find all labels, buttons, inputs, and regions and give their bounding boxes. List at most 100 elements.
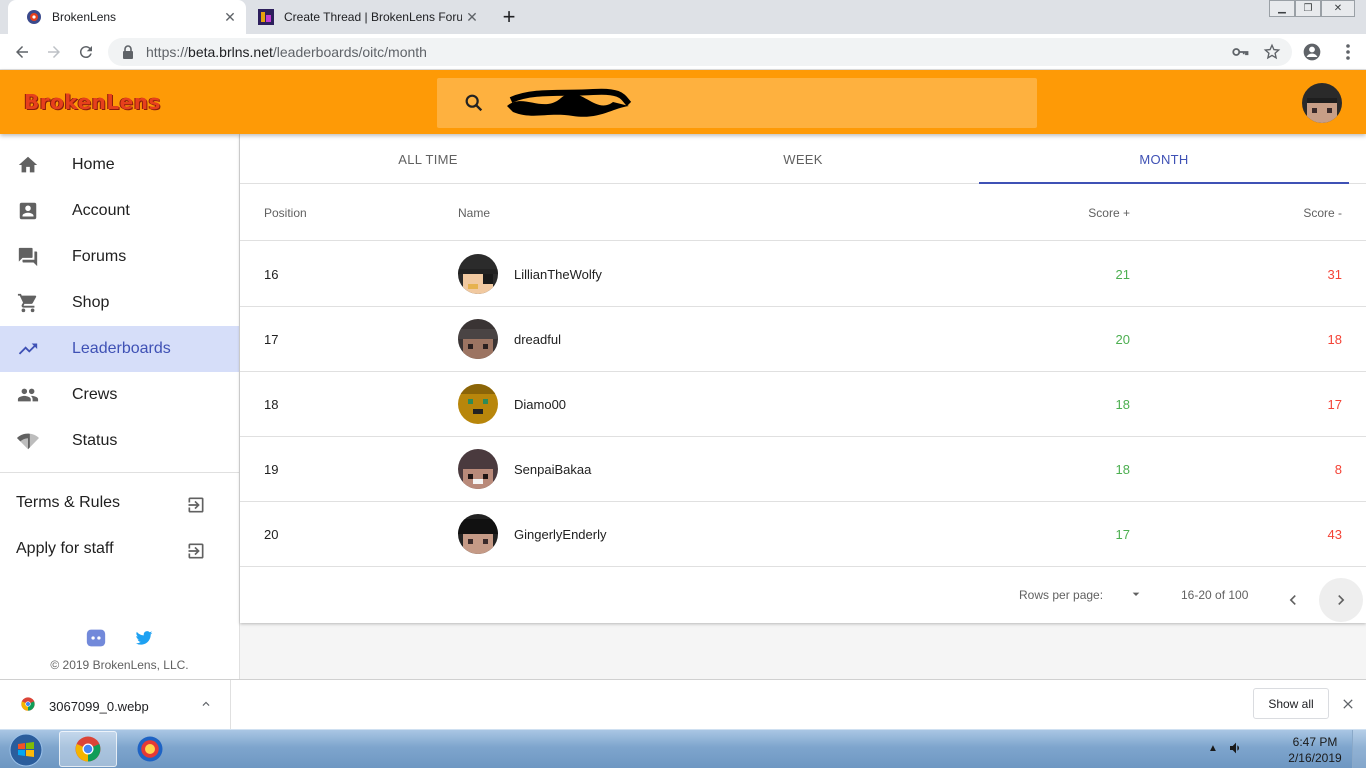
tray-expand-icon[interactable]: ▲ [1208, 743, 1218, 754]
sidebar-link-label: Terms & Rules [16, 494, 121, 511]
browser-tab-create-thread[interactable]: Create Thread | BrokenLens Forum ✕ [248, 0, 488, 34]
url-scheme: https:// [146, 44, 189, 60]
page-range: 16-20 of 100 [1181, 588, 1249, 602]
table-pagination: Rows per page: 16-20 of 100 [240, 566, 1366, 622]
sidebar-link-label: Apply for staff [16, 540, 114, 557]
column-header-position[interactable]: Position [264, 206, 307, 220]
restore-icon[interactable]: ❐ [1295, 0, 1321, 17]
os-taskbar: ▲ 6:47 PM 2/16/2019 [0, 729, 1366, 768]
discord-icon[interactable] [86, 628, 106, 648]
column-header-name[interactable]: Name [458, 206, 490, 220]
profile-icon[interactable] [1300, 40, 1324, 64]
start-button[interactable] [6, 731, 46, 768]
copyright-text: © 2019 BrokenLens, LLC. [50, 658, 189, 672]
minimize-icon[interactable]: ▁ [1269, 0, 1295, 17]
url-path: /leaderboards/oitc/month [272, 44, 427, 60]
player-name[interactable]: SenpaiBakaa [514, 462, 591, 477]
column-header-score-minus[interactable]: Score - [1303, 206, 1342, 220]
home-icon [17, 154, 39, 176]
url-host: beta.brlns.net [188, 44, 273, 60]
leaderboard-card: ALL TIME WEEK MONTH Position Name Score … [240, 134, 1366, 623]
score-plus: 18 [1115, 397, 1130, 412]
tab-all-time[interactable]: ALL TIME [240, 134, 616, 184]
taskbar-app[interactable] [121, 731, 179, 767]
show-desktop-button[interactable] [1352, 730, 1366, 768]
player-avatar [458, 449, 498, 489]
redaction-scribble [507, 88, 632, 117]
tab-week[interactable]: WEEK [615, 134, 991, 184]
volume-icon[interactable] [1228, 740, 1244, 756]
row-position: 17 [264, 332, 279, 347]
window-close-icon[interactable]: ✕ [1321, 0, 1355, 17]
address-bar[interactable]: https://beta.brlns.net/leaderboards/oitc… [108, 38, 1292, 66]
tab-month[interactable]: MONTH [979, 134, 1349, 184]
sidebar-item-account[interactable]: Account [0, 188, 239, 234]
rows-per-page-dropdown-icon[interactable] [1128, 586, 1144, 602]
chevron-up-icon[interactable] [199, 697, 213, 711]
player-name[interactable]: LillianTheWolfy [514, 267, 602, 282]
next-page-button[interactable] [1319, 578, 1363, 622]
sidebar-divider [0, 472, 239, 473]
browser-tab-brokenlens[interactable]: BrokenLens ✕ [8, 0, 246, 34]
table-row[interactable]: 20 GingerlyEnderly 17 43 [240, 502, 1366, 567]
score-minus: 17 [1327, 397, 1342, 412]
table-row[interactable]: 16 LillianTheWolfy 21 31 [240, 242, 1366, 307]
player-name[interactable]: dreadful [514, 332, 561, 347]
twitter-icon[interactable] [134, 628, 154, 648]
browser-toolbar: https://beta.brlns.net/leaderboards/oitc… [0, 34, 1366, 70]
window-controls: ▁ ❐ ✕ [1269, 0, 1355, 17]
chevron-right-icon [1338, 595, 1345, 605]
previous-page-button[interactable] [1271, 578, 1315, 622]
sidebar-link-apply-staff[interactable]: Apply for staff [0, 528, 239, 574]
sidebar-item-shop[interactable]: Shop [0, 280, 239, 326]
chevron-left-icon [1289, 595, 1296, 605]
score-plus: 17 [1115, 527, 1130, 542]
tab-close-icon[interactable]: ✕ [220, 7, 240, 27]
user-avatar[interactable] [1302, 83, 1342, 123]
show-all-downloads-button[interactable]: Show all [1253, 688, 1329, 719]
sidebar-item-forums[interactable]: Forums [0, 234, 239, 280]
search-box[interactable] [437, 78, 1037, 128]
clock-date: 2/16/2019 [1288, 751, 1342, 765]
taskbar-chrome[interactable] [59, 731, 117, 767]
chrome-icon [75, 736, 101, 762]
menu-kebab-icon[interactable] [1336, 40, 1360, 64]
system-clock[interactable]: 6:47 PM 2/16/2019 [1280, 734, 1350, 766]
sidebar-item-label: Crews [72, 386, 118, 403]
bookmark-star-icon[interactable] [1260, 40, 1284, 64]
score-plus: 21 [1115, 267, 1130, 282]
rows-per-page-label: Rows per page: [1019, 588, 1104, 602]
lock-icon[interactable] [120, 44, 136, 60]
exit-to-app-icon [188, 543, 204, 559]
windows-logo-icon [9, 733, 43, 766]
player-avatar [458, 514, 498, 554]
player-name[interactable]: GingerlyEnderly [514, 527, 607, 542]
sidebar-item-label: Status [72, 432, 118, 449]
back-arrow-icon[interactable] [10, 40, 34, 64]
key-icon[interactable] [1228, 40, 1252, 64]
people-icon [17, 384, 39, 406]
column-header-score-plus[interactable]: Score + [1088, 206, 1130, 220]
score-minus: 43 [1327, 527, 1342, 542]
sidebar-link-terms[interactable]: Terms & Rules [0, 482, 239, 528]
brand-logo[interactable]: BrokenLens [24, 90, 161, 114]
browser-tab-title: Create Thread | BrokenLens Forum [284, 10, 462, 24]
score-plus: 20 [1115, 332, 1130, 347]
table-row[interactable]: 19 SenpaiBakaa 18 8 [240, 437, 1366, 502]
tab-close-icon[interactable]: ✕ [462, 7, 482, 27]
new-tab-button[interactable]: + [496, 4, 522, 29]
sidebar-item-status[interactable]: Status [0, 418, 239, 464]
reload-icon[interactable] [74, 40, 98, 64]
download-item[interactable]: 3067099_0.webp [0, 680, 231, 730]
player-name[interactable]: Diamo00 [514, 397, 566, 412]
table-row[interactable]: 18 Diamo00 18 17 [240, 372, 1366, 437]
leaderboard-tabs: ALL TIME WEEK MONTH [240, 134, 1366, 184]
close-shelf-icon[interactable] [1340, 696, 1356, 712]
sidebar-item-crews[interactable]: Crews [0, 372, 239, 418]
sidebar-item-leaderboards[interactable]: Leaderboards [0, 326, 239, 372]
forward-arrow-icon[interactable] [42, 40, 66, 64]
signal-icon [17, 430, 39, 452]
sidebar-item-home[interactable]: Home [0, 142, 239, 188]
table-row[interactable]: 17 dreadful 20 18 [240, 307, 1366, 372]
score-plus: 18 [1115, 462, 1130, 477]
